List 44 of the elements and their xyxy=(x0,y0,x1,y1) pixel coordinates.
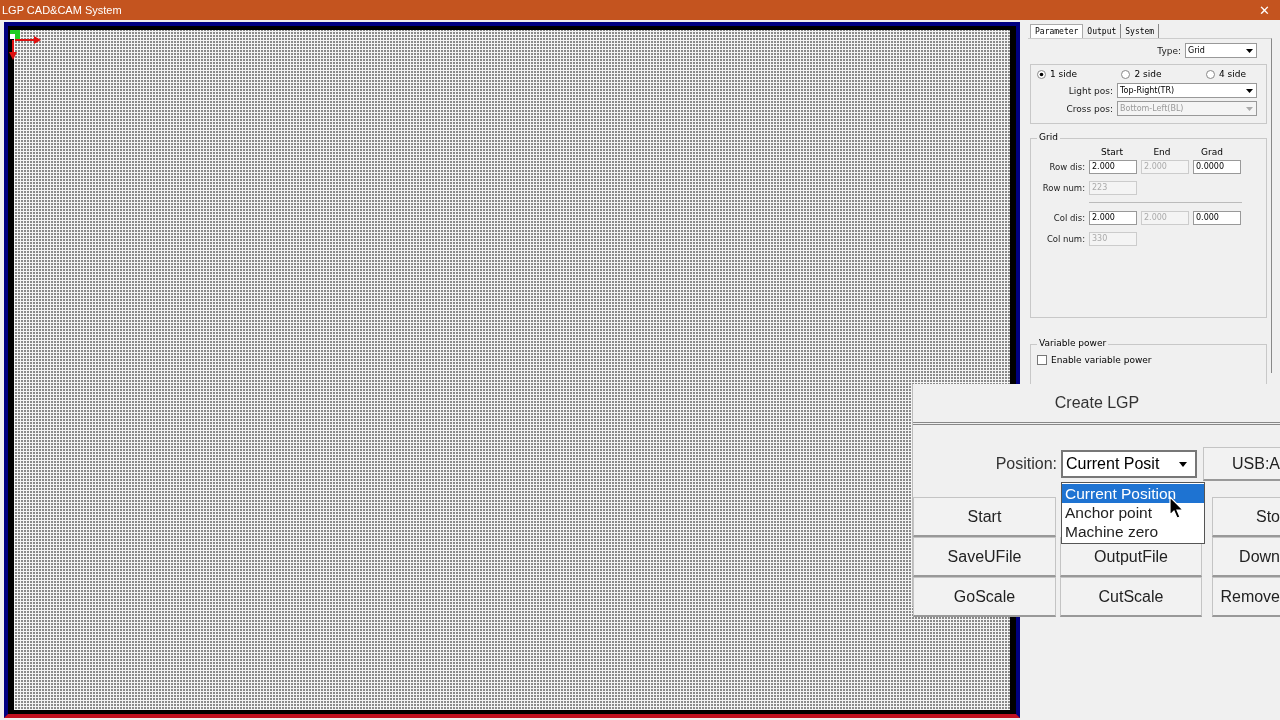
input-field[interactable]: 0.000 xyxy=(1193,211,1241,225)
radio-button[interactable] xyxy=(1205,69,1215,79)
checkbox[interactable] xyxy=(1037,355,1047,365)
radio-option[interactable]: 1 side xyxy=(1037,69,1078,79)
dropdown-option[interactable]: Anchor point xyxy=(1062,503,1204,522)
action-button[interactable]: GoScale xyxy=(913,577,1056,617)
action-button[interactable]: Sto xyxy=(1212,497,1280,537)
action-button[interactable]: Start xyxy=(913,497,1056,537)
tab[interactable]: Parameter xyxy=(1030,24,1084,38)
action-button[interactable]: SaveUFile xyxy=(913,537,1056,577)
input-field[interactable]: 2.000 xyxy=(1089,160,1137,174)
radio-button[interactable] xyxy=(1121,69,1131,79)
origin-marker-icon xyxy=(8,28,42,62)
group-title: Variable power xyxy=(1037,338,1109,348)
column-header: End xyxy=(1152,147,1172,157)
field-label: Col num: xyxy=(1045,234,1085,244)
column-header: Grad xyxy=(1200,147,1224,157)
field-label: Row num: xyxy=(1041,183,1085,193)
input-field[interactable]: 0.0000 xyxy=(1193,160,1241,174)
action-button[interactable]: Down xyxy=(1212,537,1280,577)
position-dropdown[interactable]: Current Posit xyxy=(1061,450,1197,478)
group-title: Grid xyxy=(1037,132,1060,142)
field-label: Row dis: xyxy=(1048,162,1085,172)
dialog-title: Create LGP xyxy=(913,384,1280,425)
field-label: Col dis: xyxy=(1052,213,1085,223)
position-dropdown[interactable]: Top-Right(TR) xyxy=(1117,83,1257,98)
type-label: Type: xyxy=(1157,45,1181,56)
checkbox-option[interactable]: Enable variable power xyxy=(1037,355,1260,365)
type-dropdown[interactable]: Grid xyxy=(1185,43,1257,58)
close-button[interactable]: ✕ xyxy=(1249,0,1280,20)
usb-button[interactable]: USB:A xyxy=(1203,447,1280,481)
window-title: LGP CAD&CAM System xyxy=(1,4,122,16)
radio-option[interactable]: 2 side xyxy=(1121,69,1162,79)
radio-button[interactable] xyxy=(1037,69,1046,79)
column-header: Start xyxy=(1100,147,1124,157)
action-button[interactable]: CutScale xyxy=(1060,577,1202,617)
input-field[interactable]: 2.000 xyxy=(1089,211,1137,225)
position-label: Position: xyxy=(994,455,1058,473)
position-label: Light pos: xyxy=(1067,85,1113,96)
action-button[interactable]: Remove xyxy=(1212,577,1280,617)
radio-option[interactable]: 4 side xyxy=(1205,69,1246,79)
dropdown-arrow-icon[interactable] xyxy=(1245,46,1254,55)
position-label: Cross pos: xyxy=(1065,103,1113,114)
dropdown-option[interactable]: Current Position xyxy=(1062,484,1204,503)
